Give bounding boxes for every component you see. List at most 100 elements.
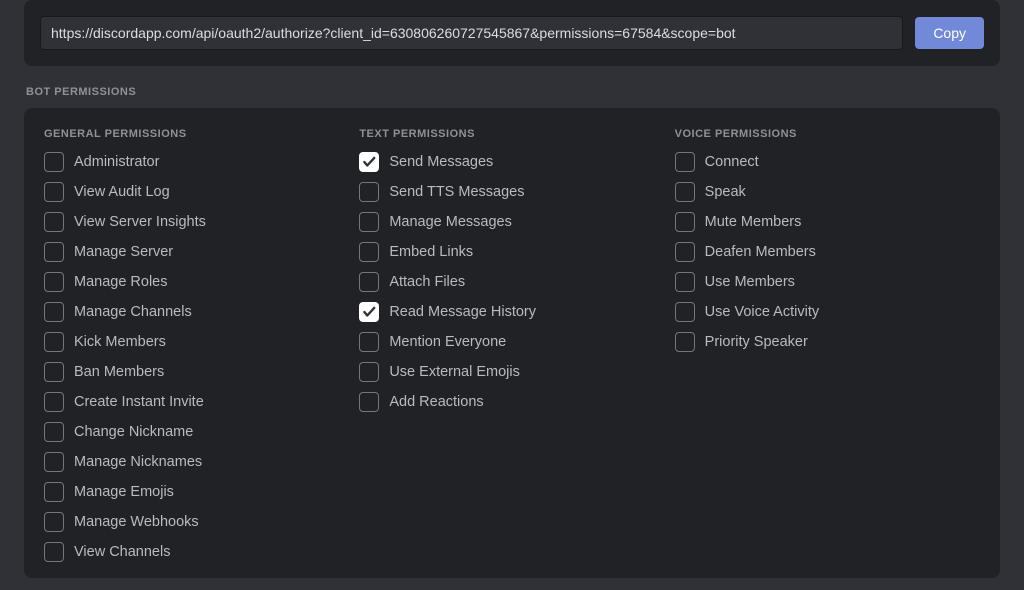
checkbox[interactable] <box>675 152 695 172</box>
permission-item[interactable]: Manage Nicknames <box>44 452 349 472</box>
permission-item[interactable]: Manage Channels <box>44 302 349 322</box>
oauth-url-card: Copy <box>24 0 1000 66</box>
permission-item[interactable]: Change Nickname <box>44 422 349 442</box>
permission-item[interactable]: Read Message History <box>359 302 664 322</box>
permission-item[interactable]: Add Reactions <box>359 392 664 412</box>
permission-item[interactable]: Manage Webhooks <box>44 512 349 532</box>
permission-label: Manage Messages <box>389 214 512 230</box>
permission-item[interactable]: Attach Files <box>359 272 664 292</box>
checkbox[interactable] <box>44 332 64 352</box>
permission-label: Manage Server <box>74 244 173 260</box>
permission-item[interactable]: Manage Emojis <box>44 482 349 502</box>
permission-label: Manage Roles <box>74 274 168 290</box>
permission-label: View Server Insights <box>74 214 206 230</box>
permission-group: Text Permissions Send Messages Send TTS Me… <box>359 128 664 562</box>
permission-label: Send Messages <box>389 154 493 170</box>
checkbox[interactable] <box>359 392 379 412</box>
permission-list: Administrator View Audit Log View Server I… <box>44 152 349 562</box>
checkbox[interactable] <box>675 302 695 322</box>
checkbox[interactable] <box>44 452 64 472</box>
permission-label: Create Instant Invite <box>74 394 204 410</box>
permission-item[interactable]: Priority Speaker <box>675 332 980 352</box>
permission-item[interactable]: Mention Everyone <box>359 332 664 352</box>
checkbox[interactable] <box>44 392 64 412</box>
checkbox[interactable] <box>359 362 379 382</box>
permission-item[interactable]: Manage Server <box>44 242 349 262</box>
permission-label: Manage Emojis <box>74 484 174 500</box>
permission-label: Kick Members <box>74 334 166 350</box>
permission-label: Use Members <box>705 274 795 290</box>
permission-label: Connect <box>705 154 759 170</box>
permission-label: View Channels <box>74 544 170 560</box>
checkbox-checked[interactable] <box>359 152 379 172</box>
permission-item[interactable]: Mute Members <box>675 212 980 232</box>
permission-label: Attach Files <box>389 274 465 290</box>
permissions-card: General PermissionsAdministratorView Aud… <box>24 108 1000 578</box>
checkbox[interactable] <box>359 182 379 202</box>
permission-item[interactable]: Manage Messages <box>359 212 664 232</box>
permission-item[interactable]: Manage Roles <box>44 272 349 292</box>
checkbox[interactable] <box>44 212 64 232</box>
checkbox[interactable] <box>44 182 64 202</box>
permission-label: Mention Everyone <box>389 334 506 350</box>
permission-label: Speak <box>705 184 746 200</box>
oauth-url-input[interactable] <box>40 16 903 50</box>
permission-item[interactable]: Ban Members <box>44 362 349 382</box>
checkbox[interactable] <box>675 272 695 292</box>
permission-label: Manage Nicknames <box>74 454 202 470</box>
permission-label: Add Reactions <box>389 394 483 410</box>
checkbox[interactable] <box>359 272 379 292</box>
checkbox-checked[interactable] <box>359 302 379 322</box>
permission-item[interactable]: Use External Emojis <box>359 362 664 382</box>
permission-group: Voice Permissions Connect Speak Mute Member… <box>675 128 980 562</box>
permission-label: Deafen Members <box>705 244 816 260</box>
permission-label: Mute Members <box>705 214 802 230</box>
checkbox[interactable] <box>675 332 695 352</box>
permission-list: Send Messages Send TTS Messages Manage Mes… <box>359 152 664 412</box>
permission-item[interactable]: Embed Links <box>359 242 664 262</box>
permission-item[interactable]: Deafen Members <box>675 242 980 262</box>
checkbox[interactable] <box>359 242 379 262</box>
checkbox[interactable] <box>675 182 695 202</box>
checkbox[interactable] <box>44 362 64 382</box>
permission-label: View Audit Log <box>74 184 170 200</box>
checkbox[interactable] <box>44 242 64 262</box>
checkbox[interactable] <box>44 302 64 322</box>
permission-label: Manage Channels <box>74 304 192 320</box>
permission-label: Send TTS Messages <box>389 184 524 200</box>
permission-label: Read Message History <box>389 304 536 320</box>
permission-item[interactable]: Send TTS Messages <box>359 182 664 202</box>
permission-item[interactable]: Use Members <box>675 272 980 292</box>
bot-permissions-heading: Bot Permissions <box>24 86 1000 98</box>
checkbox[interactable] <box>359 332 379 352</box>
checkbox[interactable] <box>675 242 695 262</box>
permission-item[interactable]: View Audit Log <box>44 182 349 202</box>
permission-group-heading: Text Permissions <box>359 128 664 140</box>
permission-item[interactable]: View Server Insights <box>44 212 349 232</box>
checkbox[interactable] <box>44 542 64 562</box>
checkbox[interactable] <box>44 482 64 502</box>
permission-group-heading: Voice Permissions <box>675 128 980 140</box>
permission-item[interactable]: Create Instant Invite <box>44 392 349 412</box>
permission-item[interactable]: Send Messages <box>359 152 664 172</box>
permission-label: Administrator <box>74 154 159 170</box>
checkbox[interactable] <box>675 212 695 232</box>
permission-item[interactable]: Connect <box>675 152 980 172</box>
copy-button[interactable]: Copy <box>915 17 984 49</box>
checkbox[interactable] <box>44 512 64 532</box>
checkbox[interactable] <box>359 212 379 232</box>
permission-label: Change Nickname <box>74 424 193 440</box>
permission-item[interactable]: Speak <box>675 182 980 202</box>
permission-label: Ban Members <box>74 364 164 380</box>
permission-item[interactable]: Use Voice Activity <box>675 302 980 322</box>
permission-label: Manage Webhooks <box>74 514 199 530</box>
checkbox[interactable] <box>44 422 64 442</box>
checkbox[interactable] <box>44 272 64 292</box>
checkbox[interactable] <box>44 152 64 172</box>
permission-group: General PermissionsAdministratorView Aud… <box>44 128 349 562</box>
permission-label: Embed Links <box>389 244 473 260</box>
permission-item[interactable]: Administrator <box>44 152 349 172</box>
permission-item[interactable]: Kick Members <box>44 332 349 352</box>
permission-list: Connect Speak Mute Members Deafen Members Us… <box>675 152 980 352</box>
permission-item[interactable]: View Channels <box>44 542 349 562</box>
